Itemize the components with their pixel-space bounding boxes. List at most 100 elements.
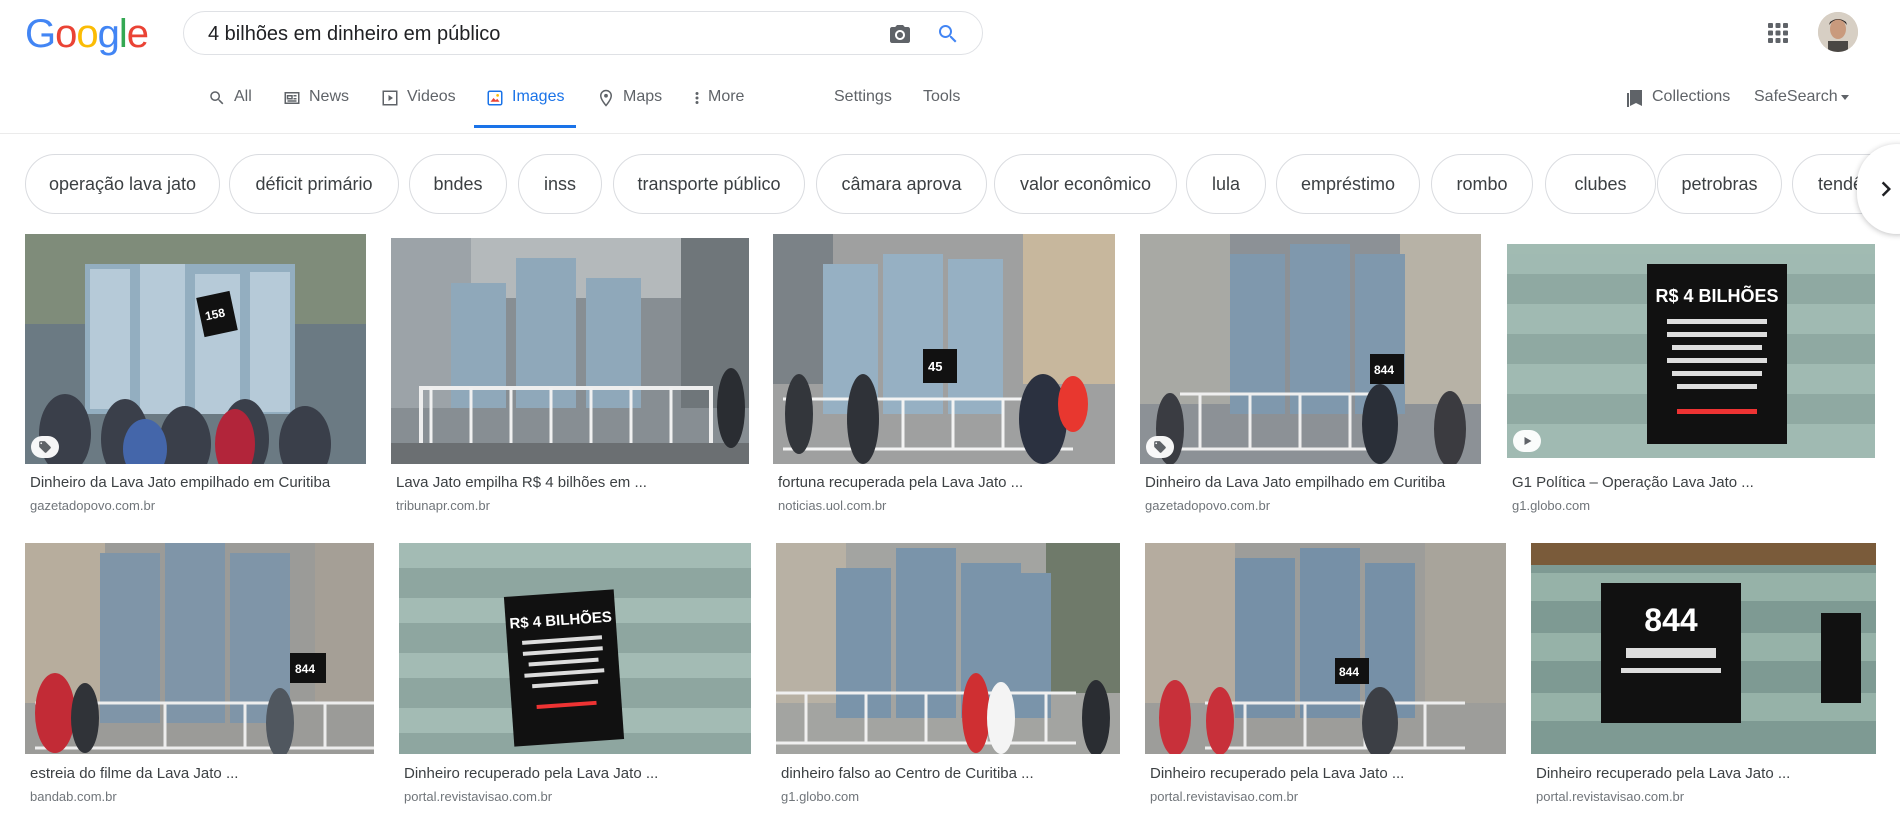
more-vert-icon (695, 92, 699, 104)
chip[interactable]: bndes (409, 154, 507, 214)
apps-icon[interactable] (1766, 21, 1790, 45)
tools-link[interactable]: Tools (923, 88, 960, 106)
chip[interactable]: transporte público (613, 154, 805, 214)
result-thumbnail[interactable]: 158 (25, 234, 366, 464)
tag-icon (1146, 436, 1174, 458)
collections-link[interactable]: Collections (1626, 88, 1730, 108)
chip[interactable]: câmara aprova (816, 154, 987, 214)
result-title[interactable]: dinheiro falso ao Centro de Curitiba ... (781, 765, 1034, 782)
result-thumbnail[interactable]: R$ 4 BILHÕES (399, 543, 751, 754)
result-thumbnail[interactable]: 844 (25, 543, 374, 754)
chip[interactable]: valor econômico (994, 154, 1177, 214)
tab-label: More (708, 88, 745, 105)
chip[interactable]: déficit primário (229, 154, 399, 214)
collections-label: Collections (1652, 88, 1731, 105)
image-result: 844 Dinheiro recuperado pela Lava Jato .… (1531, 543, 1876, 813)
result-source[interactable]: noticias.uol.com.br (778, 498, 886, 513)
image-result: dinheiro falso ao Centro de Curitiba ...… (776, 543, 1120, 813)
search-icon[interactable] (936, 22, 960, 46)
sign-text: 844 (295, 662, 315, 676)
chip-label: clubes (1574, 173, 1627, 194)
sign-text: 844 (1339, 665, 1359, 679)
result-source[interactable]: g1.globo.com (1512, 498, 1590, 513)
result-thumbnail[interactable]: R$ 4 BILHÕES (1507, 244, 1875, 458)
result-thumbnail[interactable]: 45 (773, 234, 1115, 464)
video-icon (382, 90, 398, 106)
result-title[interactable]: Dinheiro recuperado pela Lava Jato ... (404, 765, 658, 782)
image-result: 844 Dinheiro recuperado pela Lava Jato .… (1145, 543, 1506, 813)
result-thumbnail[interactable] (391, 238, 749, 464)
tab-more[interactable]: More (690, 88, 744, 128)
chip[interactable]: operação lava jato (25, 154, 220, 214)
chip[interactable]: inss (518, 154, 602, 214)
result-source[interactable]: gazetadopovo.com.br (1145, 498, 1270, 513)
result-source[interactable]: portal.revistavisao.com.br (1150, 789, 1298, 804)
result-thumbnail[interactable]: 844 (1145, 543, 1506, 754)
result-thumbnail[interactable]: 844 (1140, 234, 1481, 464)
related-searches: operação lava jato déficit primário bnde… (0, 154, 1900, 216)
logo-letter: o (55, 12, 77, 56)
search-input[interactable] (208, 22, 848, 46)
chip-label: déficit primário (255, 173, 373, 194)
tab-images[interactable]: Images (473, 88, 578, 128)
sign-text: 844 (1644, 602, 1698, 638)
image-result: Lava Jato empilha R$ 4 bilhões em ... tr… (391, 234, 749, 519)
collections-icon (1627, 90, 1642, 107)
news-icon (284, 92, 300, 104)
tag-icon (31, 436, 59, 458)
image-result: 844 estreia do filme da Lava Jato ... ba… (25, 543, 374, 813)
result-title[interactable]: fortuna recuperada pela Lava Jato ... (778, 474, 1023, 491)
safesearch-dropdown[interactable]: SafeSearch (1754, 88, 1850, 106)
tab-label: Images (512, 88, 565, 105)
tab-label: All (234, 88, 252, 105)
result-title[interactable]: estreia do filme da Lava Jato ... (30, 765, 238, 782)
tab-videos[interactable]: Videos (381, 88, 456, 128)
logo-letter: e (126, 12, 149, 56)
result-source[interactable]: gazetadopovo.com.br (30, 498, 155, 513)
result-thumbnail[interactable] (776, 543, 1120, 754)
result-source[interactable]: portal.revistavisao.com.br (404, 789, 552, 804)
sign-text: 45 (928, 359, 942, 374)
tab-maps[interactable]: Maps (597, 88, 662, 128)
settings-link[interactable]: Settings (834, 88, 892, 106)
result-title[interactable]: Lava Jato empilha R$ 4 bilhões em ... (396, 474, 647, 491)
search-icon (210, 91, 224, 105)
result-title[interactable]: Dinheiro recuperado pela Lava Jato ... (1536, 765, 1790, 782)
search-box (183, 11, 983, 55)
chip[interactable]: rombo (1431, 154, 1533, 214)
chip-label: bndes (433, 173, 483, 194)
chip[interactable]: empréstimo (1276, 154, 1420, 214)
chip-label: câmara aprova (841, 173, 962, 194)
chip[interactable]: clubes (1545, 154, 1656, 214)
settings-label: Settings (834, 88, 892, 105)
logo-letter: o (76, 12, 98, 56)
result-source[interactable]: portal.revistavisao.com.br (1536, 789, 1684, 804)
tools-label: Tools (923, 88, 961, 105)
avatar[interactable] (1818, 12, 1858, 52)
result-source[interactable]: tribunapr.com.br (396, 498, 490, 513)
result-thumbnail[interactable]: 844 (1531, 543, 1876, 754)
result-source[interactable]: g1.globo.com (781, 789, 859, 804)
chip-label: rombo (1456, 173, 1508, 194)
google-logo[interactable]: Google (25, 12, 149, 56)
tab-label: Videos (407, 88, 456, 105)
chip[interactable]: lula (1186, 154, 1266, 214)
tab-all[interactable]: All (208, 88, 252, 128)
result-title[interactable]: G1 Política – Operação Lava Jato ... (1512, 474, 1754, 491)
chip[interactable]: petrobras (1657, 154, 1782, 214)
result-title[interactable]: Dinheiro da Lava Jato empilhado em Curit… (1145, 474, 1445, 491)
logo-letter: g (97, 12, 120, 56)
camera-icon[interactable] (888, 22, 912, 46)
chip-label: valor econômico (1019, 173, 1152, 194)
image-result: 45 fortuna recuperada pela Lava Jato ...… (773, 234, 1115, 519)
result-title[interactable]: Dinheiro recuperado pela Lava Jato ... (1150, 765, 1404, 782)
caret-down-icon (1840, 95, 1849, 100)
logo-letter: l (118, 12, 128, 56)
result-title[interactable]: Dinheiro da Lava Jato empilhado em Curit… (30, 474, 330, 491)
play-icon (1513, 430, 1541, 452)
tab-news[interactable]: News (283, 88, 349, 128)
chip-label: transporte público (637, 173, 781, 194)
sign-text: 844 (1374, 363, 1394, 377)
result-source[interactable]: bandab.com.br (30, 789, 117, 804)
chip-label: empréstimo (1300, 173, 1396, 194)
